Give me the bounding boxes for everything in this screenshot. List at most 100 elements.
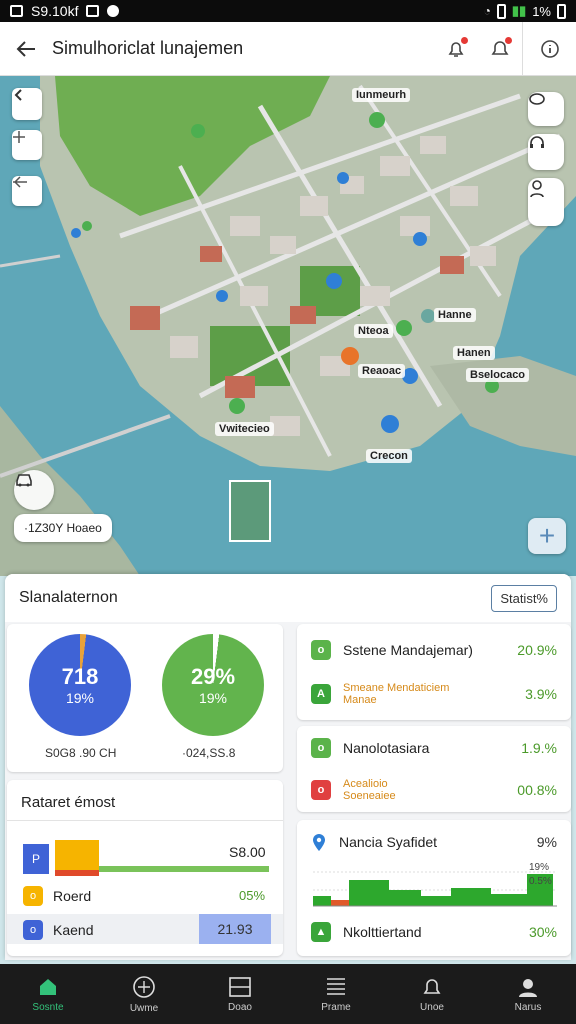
nav-alerts-label: Unoe [420, 1001, 444, 1013]
nav-profile[interactable]: Narus [480, 964, 576, 1024]
chat-icon [529, 93, 545, 105]
location-pin-icon [313, 834, 325, 851]
report-row-1-icon: P [23, 844, 49, 874]
car-icon [16, 474, 32, 487]
list-pct-3: 1.9.% [521, 740, 557, 756]
map-locate-button[interactable] [14, 470, 54, 510]
list-label-4: Acealioio Soeneaiee [343, 778, 396, 802]
gauges-card: 718 19% S0G8 .90 CH 29% 19% ·024,SS.8 [7, 624, 283, 772]
list-pct-4: 00.8% [517, 782, 557, 798]
top-list-card: o Sstene Mandajemar) 20.9% A Smeane Mend… [297, 624, 571, 720]
nav-profile-label: Narus [514, 1001, 542, 1013]
report-row-3-icon: o [23, 920, 43, 940]
statistics-button[interactable]: Statist% [491, 584, 557, 612]
list-label-1: Sstene Mandajemar) [343, 642, 473, 658]
battery-icon [557, 3, 566, 19]
map-label-7: Vwitecieo [215, 422, 274, 436]
gauge-blue-caption: S0G8 .90 CH [45, 746, 117, 760]
headset-icon [530, 136, 544, 148]
map-support-button[interactable] [528, 134, 564, 170]
list-item-management[interactable]: o Sstene Mandajemar) 20.9% [297, 630, 571, 670]
info-button[interactable] [522, 21, 576, 76]
bottom-nav: Sosnte Uwme Doao Prame Unoe Narus [0, 964, 576, 1024]
bottom-list-card: Nancia Syafidet 9% 19% 0.5% ▲ Nkolttiert… [297, 820, 571, 956]
list-label-3: Nanolotasiara [343, 740, 430, 756]
list-pct-2: 3.9% [525, 686, 557, 702]
list-icon-3: o [311, 738, 331, 758]
info-icon [540, 39, 559, 58]
mid-list-card: o Nanolotasiara 1.9.% o Acealioio Soenea… [297, 726, 571, 812]
reports-title: Rataret émost [21, 794, 116, 811]
map-chat-button[interactable] [528, 92, 564, 126]
home-icon [40, 978, 56, 995]
location-icon [107, 5, 120, 17]
window-icon [229, 976, 251, 997]
sim-icon [10, 5, 23, 17]
nav-explore[interactable]: Uwme [96, 964, 192, 1024]
nav-window-label: Doao [228, 1001, 252, 1013]
list-label-5: Nancia Syafidet [339, 834, 438, 850]
report-row-3-label: Kaend [53, 922, 94, 938]
layers-icon [13, 176, 27, 188]
reports-card: Rataret émost P S8.00 o Roerd 05% o Kaen… [7, 780, 283, 956]
mini-bar-chart [313, 871, 557, 907]
nav-list[interactable]: Prame [288, 964, 384, 1024]
report-row-1-value: S8.00 [229, 844, 266, 860]
list-icon-2: A [311, 684, 331, 704]
map-label-3: Hanne [434, 308, 476, 322]
mini-chart-label-1: 19% [529, 862, 550, 873]
map-label-1: Iunmeurh [352, 88, 411, 102]
report-row-1-bar-green [99, 866, 269, 872]
notification-badge [505, 36, 512, 44]
list-icon-4: o [311, 780, 331, 800]
status-time: S9.10kf [31, 3, 79, 19]
report-row-2-icon: o [23, 886, 43, 906]
zoom-in-button[interactable]: + [528, 518, 566, 554]
gauge-blue: 718 19% [29, 634, 131, 736]
list-icon-6: ▲ [311, 922, 331, 942]
report-row-2-value: 05% [239, 888, 266, 903]
nav-alerts[interactable]: Unoe [384, 964, 480, 1024]
report-row-2-label: Roerd [53, 888, 92, 904]
list-item-small-1[interactable]: A Smeane Mendaticiem Manae 3.9% [297, 674, 571, 714]
map-label-5: Reaoac [358, 364, 406, 378]
nav-home-label: Sosnte [32, 1001, 64, 1013]
report-row-1-bar-red [55, 870, 99, 876]
list-pct-5: 9% [536, 834, 557, 850]
map-label-6: Bselocaco [466, 368, 530, 382]
list-item-footer[interactable]: ▲ Nkolttiertand 30% [297, 912, 571, 952]
report-row-1-bar-yellow [55, 840, 99, 870]
list-item-nanolotasiara[interactable]: o Nanolotasiara 1.9.% [297, 728, 571, 768]
alerts-button[interactable] [434, 22, 478, 76]
map-compass-button[interactable] [12, 130, 42, 160]
map-label-2: Nteoa [354, 324, 393, 338]
map-location-chip[interactable]: ·1Z30Y Hoaeo [14, 514, 112, 542]
sheet-header: Slanalaternon Statist% [5, 574, 571, 622]
notification-icon [86, 5, 100, 17]
map-layers-button[interactable] [12, 176, 42, 206]
nav-home[interactable]: Sosnte [0, 964, 96, 1024]
map-view[interactable]: Iunmeurh Nteoa Hanne Hanen Reaoac Bseloc… [0, 76, 576, 576]
report-row-3-value: 21.93 [199, 914, 271, 944]
back-button[interactable] [0, 22, 52, 76]
list-icon-1: o [311, 640, 331, 660]
gauge-blue-value: 718 [61, 664, 99, 689]
list-label-6: Nkolttiertand [343, 924, 422, 940]
bell-icon [423, 978, 441, 994]
list-item-small-2[interactable]: o Acealioio Soeneaiee 00.8% [297, 770, 571, 810]
list-pct-1: 20.9% [517, 642, 557, 658]
map-user-button[interactable] [528, 178, 564, 226]
wifi-icon: ◔ [483, 4, 491, 18]
list-icon [327, 977, 345, 995]
gauge-green: 29% 19% [162, 634, 264, 736]
compass-small-icon [13, 131, 25, 143]
list-item-nancia[interactable]: Nancia Syafidet 9% [297, 822, 571, 862]
map-collapse-button[interactable] [12, 88, 42, 120]
gauge-green-value: 29% [190, 664, 236, 689]
notifications-button[interactable] [478, 22, 522, 76]
map-canvas[interactable] [0, 76, 576, 576]
compass-icon [133, 975, 155, 998]
battery-percent: 1% [532, 3, 551, 19]
nav-window[interactable]: Doao [192, 964, 288, 1024]
list-label-2: Smeane Mendaticiem Manae [343, 682, 450, 706]
